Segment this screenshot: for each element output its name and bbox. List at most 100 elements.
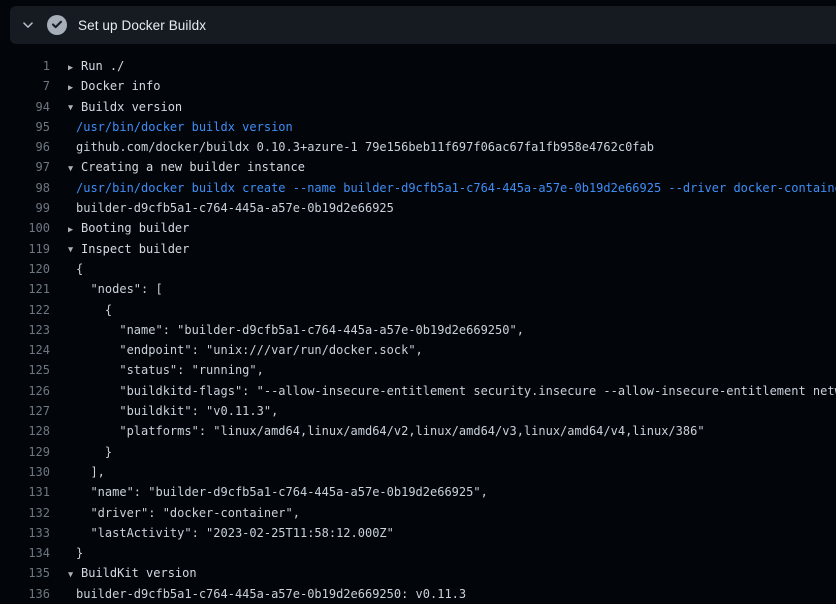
step-header[interactable]: Set up Docker Buildx <box>10 6 836 44</box>
log-line-text: "lastActivity": "2023-02-25T11:58:12.000… <box>76 523 836 543</box>
log-line-text: "name": "builder-d9cfb5a1-c764-445a-a57e… <box>76 482 836 502</box>
disclosure-triangle-icon[interactable]: ▼ <box>68 240 81 259</box>
log-line: 134} <box>0 543 836 563</box>
check-circle-icon <box>47 15 67 35</box>
log-line-number[interactable]: 135 <box>0 563 50 583</box>
log-group-row: 7 ▶Docker info <box>0 76 836 96</box>
disclosure-triangle-icon[interactable]: ▶ <box>68 58 81 77</box>
log-line-text: builder-d9cfb5a1-c764-445a-a57e-0b19d2e6… <box>76 198 836 218</box>
log-group-toggle[interactable]: ▼Inspect builder <box>68 239 836 259</box>
disclosure-triangle-icon[interactable]: ▼ <box>68 565 81 584</box>
log-line-text: ], <box>76 462 836 482</box>
log-line-text: /usr/bin/docker buildx create --name bui… <box>76 178 836 198</box>
log-line: 131 "name": "builder-d9cfb5a1-c764-445a-… <box>0 482 836 502</box>
log-line-text: "driver": "docker-container", <box>76 503 836 523</box>
log-line-number[interactable]: 121 <box>0 279 50 299</box>
log-line-number[interactable]: 126 <box>0 381 50 401</box>
log-line-number[interactable]: 129 <box>0 442 50 462</box>
log-line: 123 "name": "builder-d9cfb5a1-c764-445a-… <box>0 320 836 340</box>
log-line: 129 } <box>0 442 836 462</box>
log-line-text: "nodes": [ <box>76 279 836 299</box>
log-line: 127 "buildkit": "v0.11.3", <box>0 401 836 421</box>
log-line-number[interactable]: 122 <box>0 300 50 320</box>
log-line-number[interactable]: 136 <box>0 584 50 604</box>
log-group-toggle[interactable]: ▼Buildx version <box>68 97 836 117</box>
log-line-text: builder-d9cfb5a1-c764-445a-a57e-0b19d2e6… <box>76 584 836 604</box>
log-line-number[interactable]: 120 <box>0 259 50 279</box>
log-line-number[interactable]: 123 <box>0 320 50 340</box>
log-line-number[interactable]: 131 <box>0 482 50 502</box>
chevron-down-icon[interactable] <box>15 12 41 38</box>
log-group-toggle[interactable]: ▶Run ./ <box>68 56 836 76</box>
log-line-text: "endpoint": "unix:///var/run/docker.sock… <box>76 340 836 360</box>
log-group-row: 94 ▼Buildx version <box>0 97 836 117</box>
log-group-title: Run ./ <box>81 59 124 73</box>
log-line-number[interactable]: 119 <box>0 239 50 259</box>
log-pane: 1▶Run ./7▶Docker info94▼Buildx version95… <box>0 44 836 604</box>
log-line-text: } <box>76 543 836 563</box>
disclosure-triangle-icon[interactable]: ▼ <box>68 98 81 117</box>
log-line-number[interactable]: 127 <box>0 401 50 421</box>
log-group-title: Creating a new builder instance <box>81 160 305 174</box>
log-line: 98/usr/bin/docker buildx create --name b… <box>0 178 836 198</box>
log-line: 125 "status": "running", <box>0 360 836 380</box>
log-line-number[interactable]: 132 <box>0 503 50 523</box>
log-group-row: 119 ▼Inspect builder <box>0 239 836 259</box>
log-line-text: "platforms": "linux/amd64,linux/amd64/v2… <box>76 421 836 441</box>
log-line-text: } <box>76 442 836 462</box>
log-group-row: 135 ▼BuildKit version <box>0 563 836 583</box>
log-line: 121 "nodes": [ <box>0 279 836 299</box>
actions-log-viewer: Set up Docker Buildx 1▶Run ./7▶Docker in… <box>0 0 836 604</box>
log-line-number[interactable]: 95 <box>0 117 50 137</box>
log-line: 122 { <box>0 300 836 320</box>
log-group-title: Buildx version <box>81 100 182 114</box>
log-line-text: "buildkit": "v0.11.3", <box>76 401 836 421</box>
log-group-toggle[interactable]: ▶Docker info <box>68 76 836 96</box>
log-group-toggle[interactable]: ▼Creating a new builder instance <box>68 157 836 177</box>
log-line: 120 { <box>0 259 836 279</box>
log-group-title: Inspect builder <box>81 242 189 256</box>
log-line-text: { <box>76 259 836 279</box>
log-line-number[interactable]: 100 <box>0 218 50 238</box>
log-line: 133 "lastActivity": "2023-02-25T11:58:12… <box>0 523 836 543</box>
log-line-text: "status": "running", <box>76 360 836 380</box>
log-line-number[interactable]: 98 <box>0 178 50 198</box>
log-line-number[interactable]: 133 <box>0 523 50 543</box>
log-line-number[interactable]: 99 <box>0 198 50 218</box>
log-line: 130 ], <box>0 462 836 482</box>
log-line-number[interactable]: 130 <box>0 462 50 482</box>
log-line-text: { <box>76 300 836 320</box>
log-line-number[interactable]: 96 <box>0 137 50 157</box>
log-group-row: 1 ▶Run ./ <box>0 56 836 76</box>
log-line: 126 "buildkitd-flags": "--allow-insecure… <box>0 381 836 401</box>
log-line: 124 "endpoint": "unix:///var/run/docker.… <box>0 340 836 360</box>
log-line: 136 builder-d9cfb5a1-c764-445a-a57e-0b19d… <box>0 584 836 604</box>
log-line: 95/usr/bin/docker buildx version <box>0 117 836 137</box>
log-line: 96 github.com/docker/buildx 0.10.3+azure-… <box>0 137 836 157</box>
log-group-title: Booting builder <box>81 221 189 235</box>
log-line-text: /usr/bin/docker buildx version <box>76 117 836 137</box>
log-line-number[interactable]: 128 <box>0 421 50 441</box>
log-line-number[interactable]: 134 <box>0 543 50 563</box>
disclosure-triangle-icon[interactable]: ▶ <box>68 78 81 97</box>
log-line-number[interactable]: 1 <box>0 56 50 76</box>
log-line-text: "buildkitd-flags": "--allow-insecure-ent… <box>76 381 836 401</box>
log-line-number[interactable]: 97 <box>0 157 50 177</box>
log-line: 132 "driver": "docker-container", <box>0 503 836 523</box>
log-group-row: 100 ▶Booting builder <box>0 218 836 238</box>
log-group-toggle[interactable]: ▼BuildKit version <box>68 563 836 583</box>
log-group-toggle[interactable]: ▶Booting builder <box>68 218 836 238</box>
log-line-text: "name": "builder-d9cfb5a1-c764-445a-a57e… <box>76 320 836 340</box>
step-title: Set up Docker Buildx <box>78 18 206 33</box>
log-group-title: BuildKit version <box>81 566 197 580</box>
log-line: 128 "platforms": "linux/amd64,linux/amd6… <box>0 421 836 441</box>
disclosure-triangle-icon[interactable]: ▶ <box>68 220 81 239</box>
log-line-text: github.com/docker/buildx 0.10.3+azure-1 … <box>76 137 836 157</box>
disclosure-triangle-icon[interactable]: ▼ <box>68 159 81 178</box>
log-group-title: Docker info <box>81 79 160 93</box>
log-line: 99 builder-d9cfb5a1-c764-445a-a57e-0b19d2… <box>0 198 836 218</box>
log-line-number[interactable]: 94 <box>0 97 50 117</box>
log-line-number[interactable]: 124 <box>0 340 50 360</box>
log-line-number[interactable]: 7 <box>0 76 50 96</box>
log-line-number[interactable]: 125 <box>0 360 50 380</box>
